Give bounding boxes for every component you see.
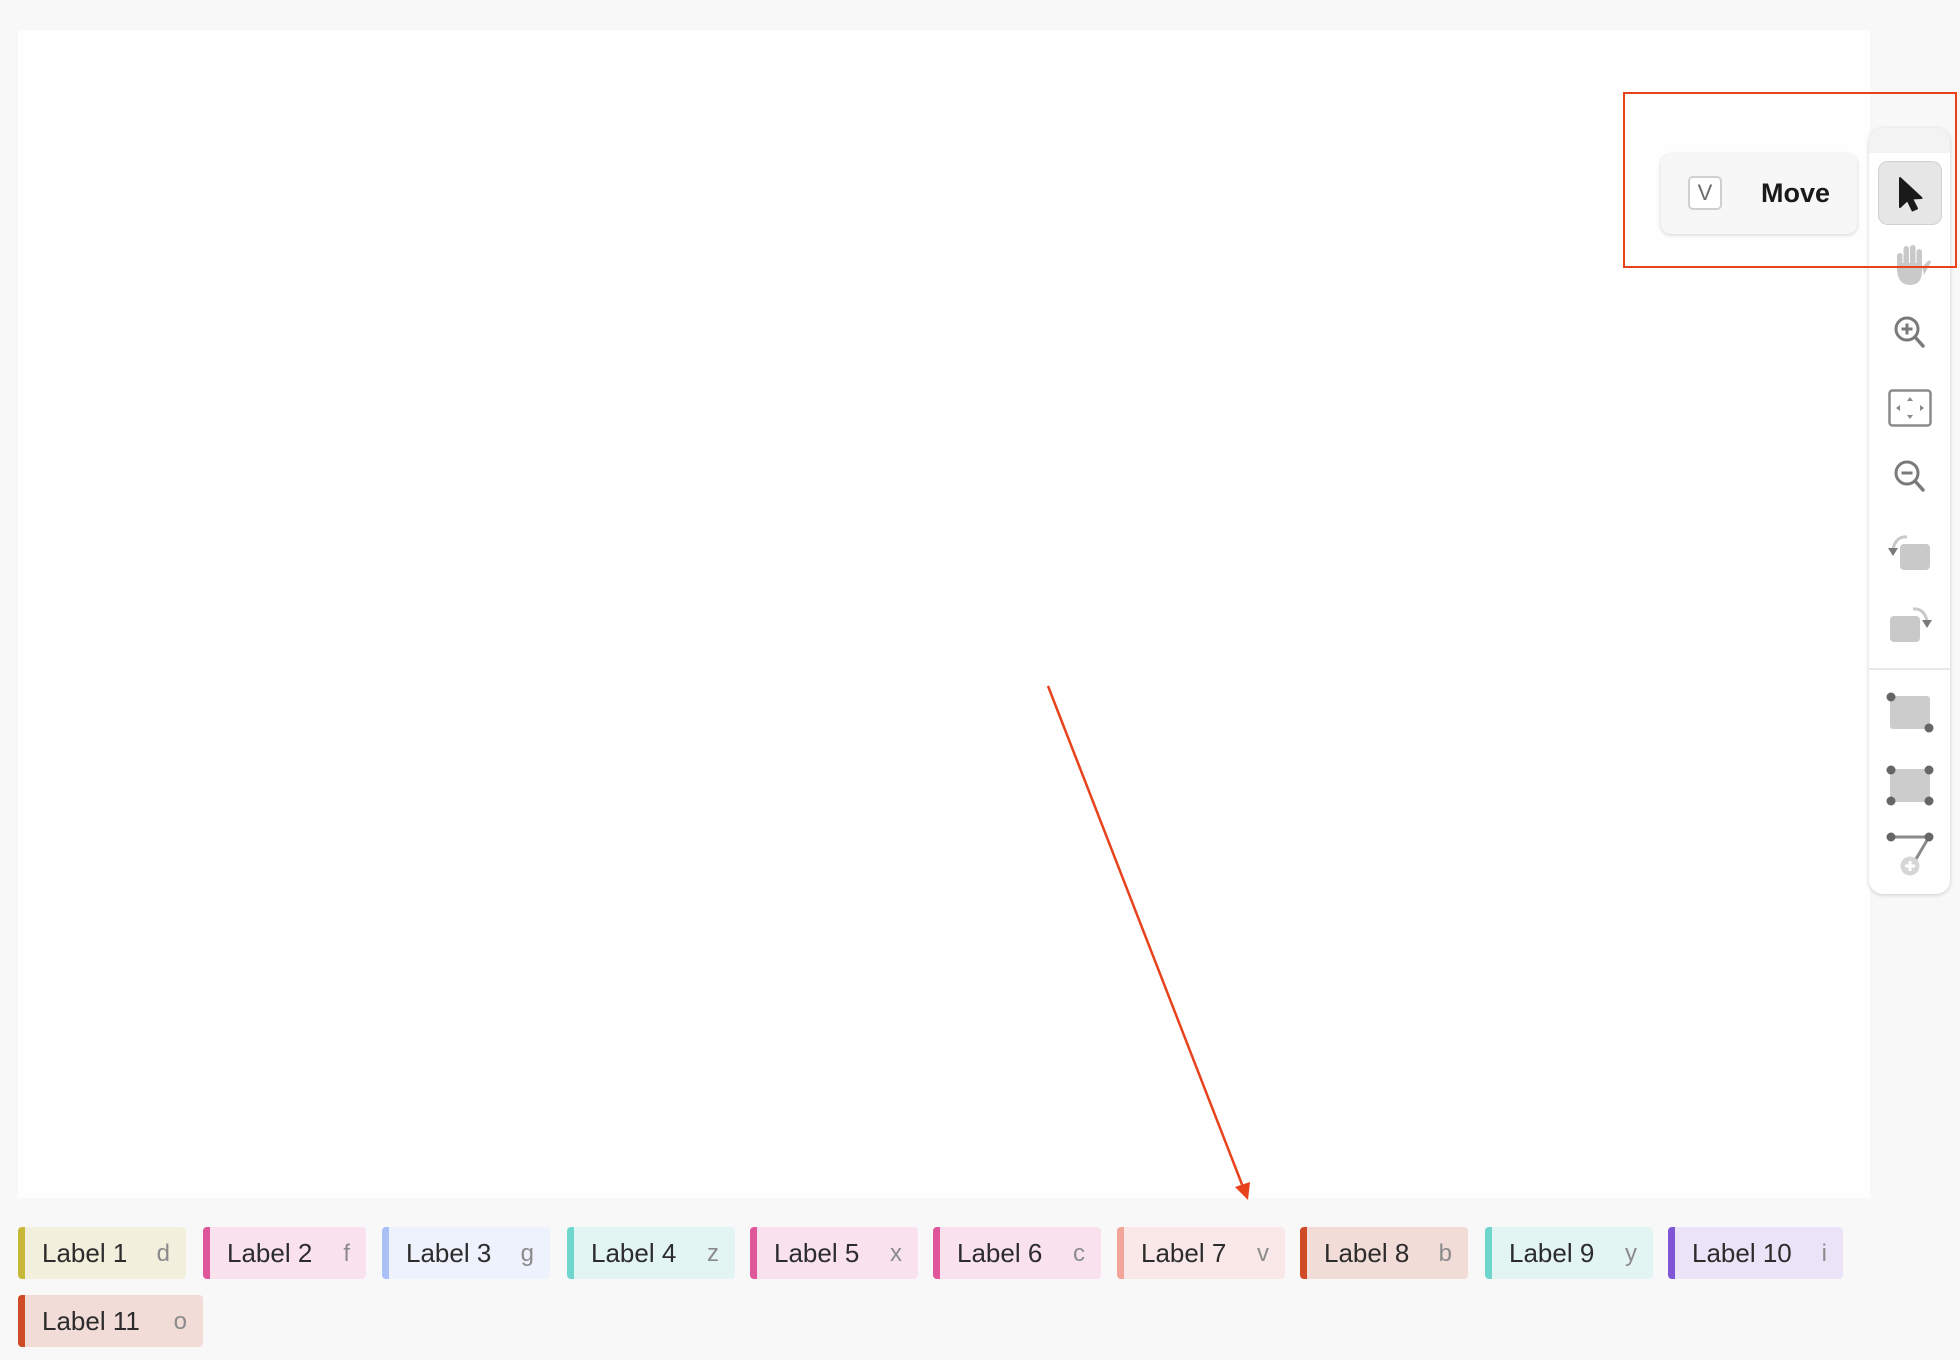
label-chip[interactable]: Label 7 v: [1117, 1227, 1285, 1279]
label-shortcut: d: [156, 1240, 170, 1267]
label-chip[interactable]: Label 1 d: [18, 1227, 186, 1279]
label-shortcut: y: [1625, 1240, 1637, 1267]
rectangle-four-point-icon: [1886, 765, 1934, 806]
label-color-bar: [1117, 1227, 1124, 1279]
label-name: Label 3: [406, 1238, 492, 1268]
rotate-right-icon: [1890, 607, 1932, 642]
rotate-left-tool-button[interactable]: [1878, 522, 1942, 586]
keypoint-add-icon: [1886, 832, 1934, 876]
label-shortcut: f: [343, 1240, 350, 1267]
zoom-in-icon: [1894, 316, 1925, 348]
label-shortcut: v: [1257, 1240, 1269, 1267]
label-chip[interactable]: Label 10 i: [1668, 1227, 1843, 1279]
rectangle-tool-button[interactable]: [1878, 681, 1942, 745]
rotate-right-tool-button[interactable]: [1878, 594, 1942, 658]
label-name: Label 8: [1324, 1238, 1410, 1268]
rotate-left-icon: [1888, 535, 1930, 570]
label-shortcut: i: [1821, 1240, 1827, 1267]
label-color-bar: [1485, 1227, 1492, 1279]
label-shortcut: c: [1073, 1240, 1085, 1267]
label-name: Label 11: [42, 1306, 140, 1336]
label-name: Label 6: [957, 1238, 1043, 1268]
zoom-out-icon: [1894, 460, 1925, 492]
label-chip[interactable]: Label 11 o: [18, 1295, 203, 1347]
add-keypoint-tool-button[interactable]: [1878, 822, 1942, 886]
toolbar-header: [1869, 128, 1950, 153]
zoom-in-tool-button[interactable]: [1878, 301, 1942, 365]
label-name: Label 1: [42, 1238, 128, 1268]
label-shortcut: g: [520, 1240, 534, 1267]
label-color-bar: [18, 1227, 25, 1279]
label-shortcut: o: [173, 1308, 187, 1335]
label-chip[interactable]: Label 8 b: [1300, 1227, 1468, 1279]
label-color-bar: [382, 1227, 389, 1279]
toolbar-divider: [1869, 668, 1950, 670]
label-name: Label 7: [1141, 1238, 1227, 1268]
label-color-bar: [18, 1295, 25, 1347]
label-chip[interactable]: Label 9 y: [1485, 1227, 1653, 1279]
shortcut-key: V: [1688, 176, 1722, 210]
label-name: Label 10: [1692, 1238, 1792, 1268]
fit-screen-icon: [1888, 389, 1932, 427]
label-chip[interactable]: Label 4 z: [567, 1227, 735, 1279]
rectangle-two-point-icon: [1886, 692, 1934, 733]
label-name: Label 5: [774, 1238, 860, 1268]
image-canvas[interactable]: [18, 30, 1870, 1198]
hand-icon: [1897, 245, 1931, 285]
fit-to-screen-tool-button[interactable]: [1878, 376, 1942, 440]
label-chip[interactable]: Label 6 c: [933, 1227, 1101, 1279]
label-color-bar: [933, 1227, 940, 1279]
zoom-out-tool-button[interactable]: [1878, 445, 1942, 509]
label-shortcut: x: [890, 1240, 902, 1267]
tooltip-label: Move: [1761, 178, 1831, 208]
annotation-toolbar: [1869, 128, 1950, 894]
label-chip[interactable]: Label 5 x: [750, 1227, 918, 1279]
label-chip[interactable]: Label 3 g: [382, 1227, 550, 1279]
label-chip[interactable]: Label 2 f: [203, 1227, 366, 1279]
label-name: Label 2: [227, 1238, 313, 1268]
label-name: Label 9: [1509, 1238, 1595, 1268]
label-color-bar: [1300, 1227, 1307, 1279]
pan-tool-button[interactable]: [1878, 233, 1942, 297]
cursor-arrow-icon: [1899, 177, 1923, 212]
label-name: Label 4: [591, 1238, 677, 1268]
label-color-bar: [750, 1227, 757, 1279]
label-shortcut: b: [1438, 1240, 1452, 1267]
label-color-bar: [203, 1227, 210, 1279]
move-tool-button[interactable]: [1878, 161, 1942, 225]
move-tool-tooltip: V Move: [1661, 154, 1857, 234]
label-color-bar: [567, 1227, 574, 1279]
label-color-bar: [1668, 1227, 1675, 1279]
polygon-tool-button[interactable]: [1878, 754, 1942, 818]
label-shortcut: z: [707, 1240, 719, 1267]
